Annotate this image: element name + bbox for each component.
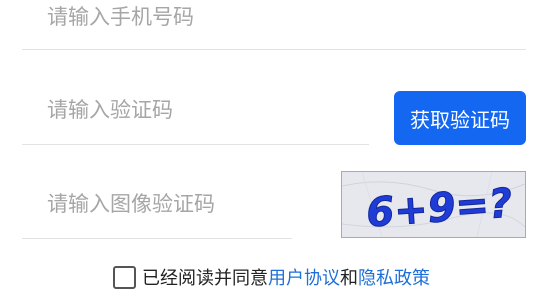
get-code-button[interactable]: 获取验证码 xyxy=(394,91,526,145)
captcha-graphic: 6+9=? xyxy=(342,172,525,237)
agreement-row: 已经阅读并同意用户协议和隐私政策 xyxy=(113,263,430,291)
get-code-button-label: 获取验证码 xyxy=(410,107,510,132)
agreement-text: 已经阅读并同意用户协议和隐私政策 xyxy=(142,264,430,290)
phone-input[interactable]: 请输入手机号码 xyxy=(47,7,194,28)
captcha-image[interactable]: 6+9=? xyxy=(341,171,526,238)
phone-input-underline xyxy=(22,49,526,50)
sms-code-input-underline xyxy=(22,144,369,145)
privacy-policy-link[interactable]: 隐私政策 xyxy=(358,268,430,289)
sms-code-placeholder: 请输入验证码 xyxy=(47,98,173,122)
user-agreement-link[interactable]: 用户协议 xyxy=(268,268,340,289)
agreement-conjunction: 和 xyxy=(340,268,358,289)
agreement-prefix: 已经阅读并同意 xyxy=(142,268,268,289)
register-form: 请输入手机号码 请输入验证码 获取验证码 请输入图像验证码 6+9=? 已经阅读… xyxy=(0,0,548,297)
image-code-input[interactable]: 请输入图像验证码 xyxy=(47,194,215,215)
sms-code-input[interactable]: 请输入验证码 xyxy=(47,100,173,121)
image-code-placeholder: 请输入图像验证码 xyxy=(47,192,215,216)
image-code-input-underline xyxy=(22,238,292,239)
agreement-checkbox[interactable] xyxy=(113,265,136,289)
phone-placeholder: 请输入手机号码 xyxy=(47,5,194,29)
